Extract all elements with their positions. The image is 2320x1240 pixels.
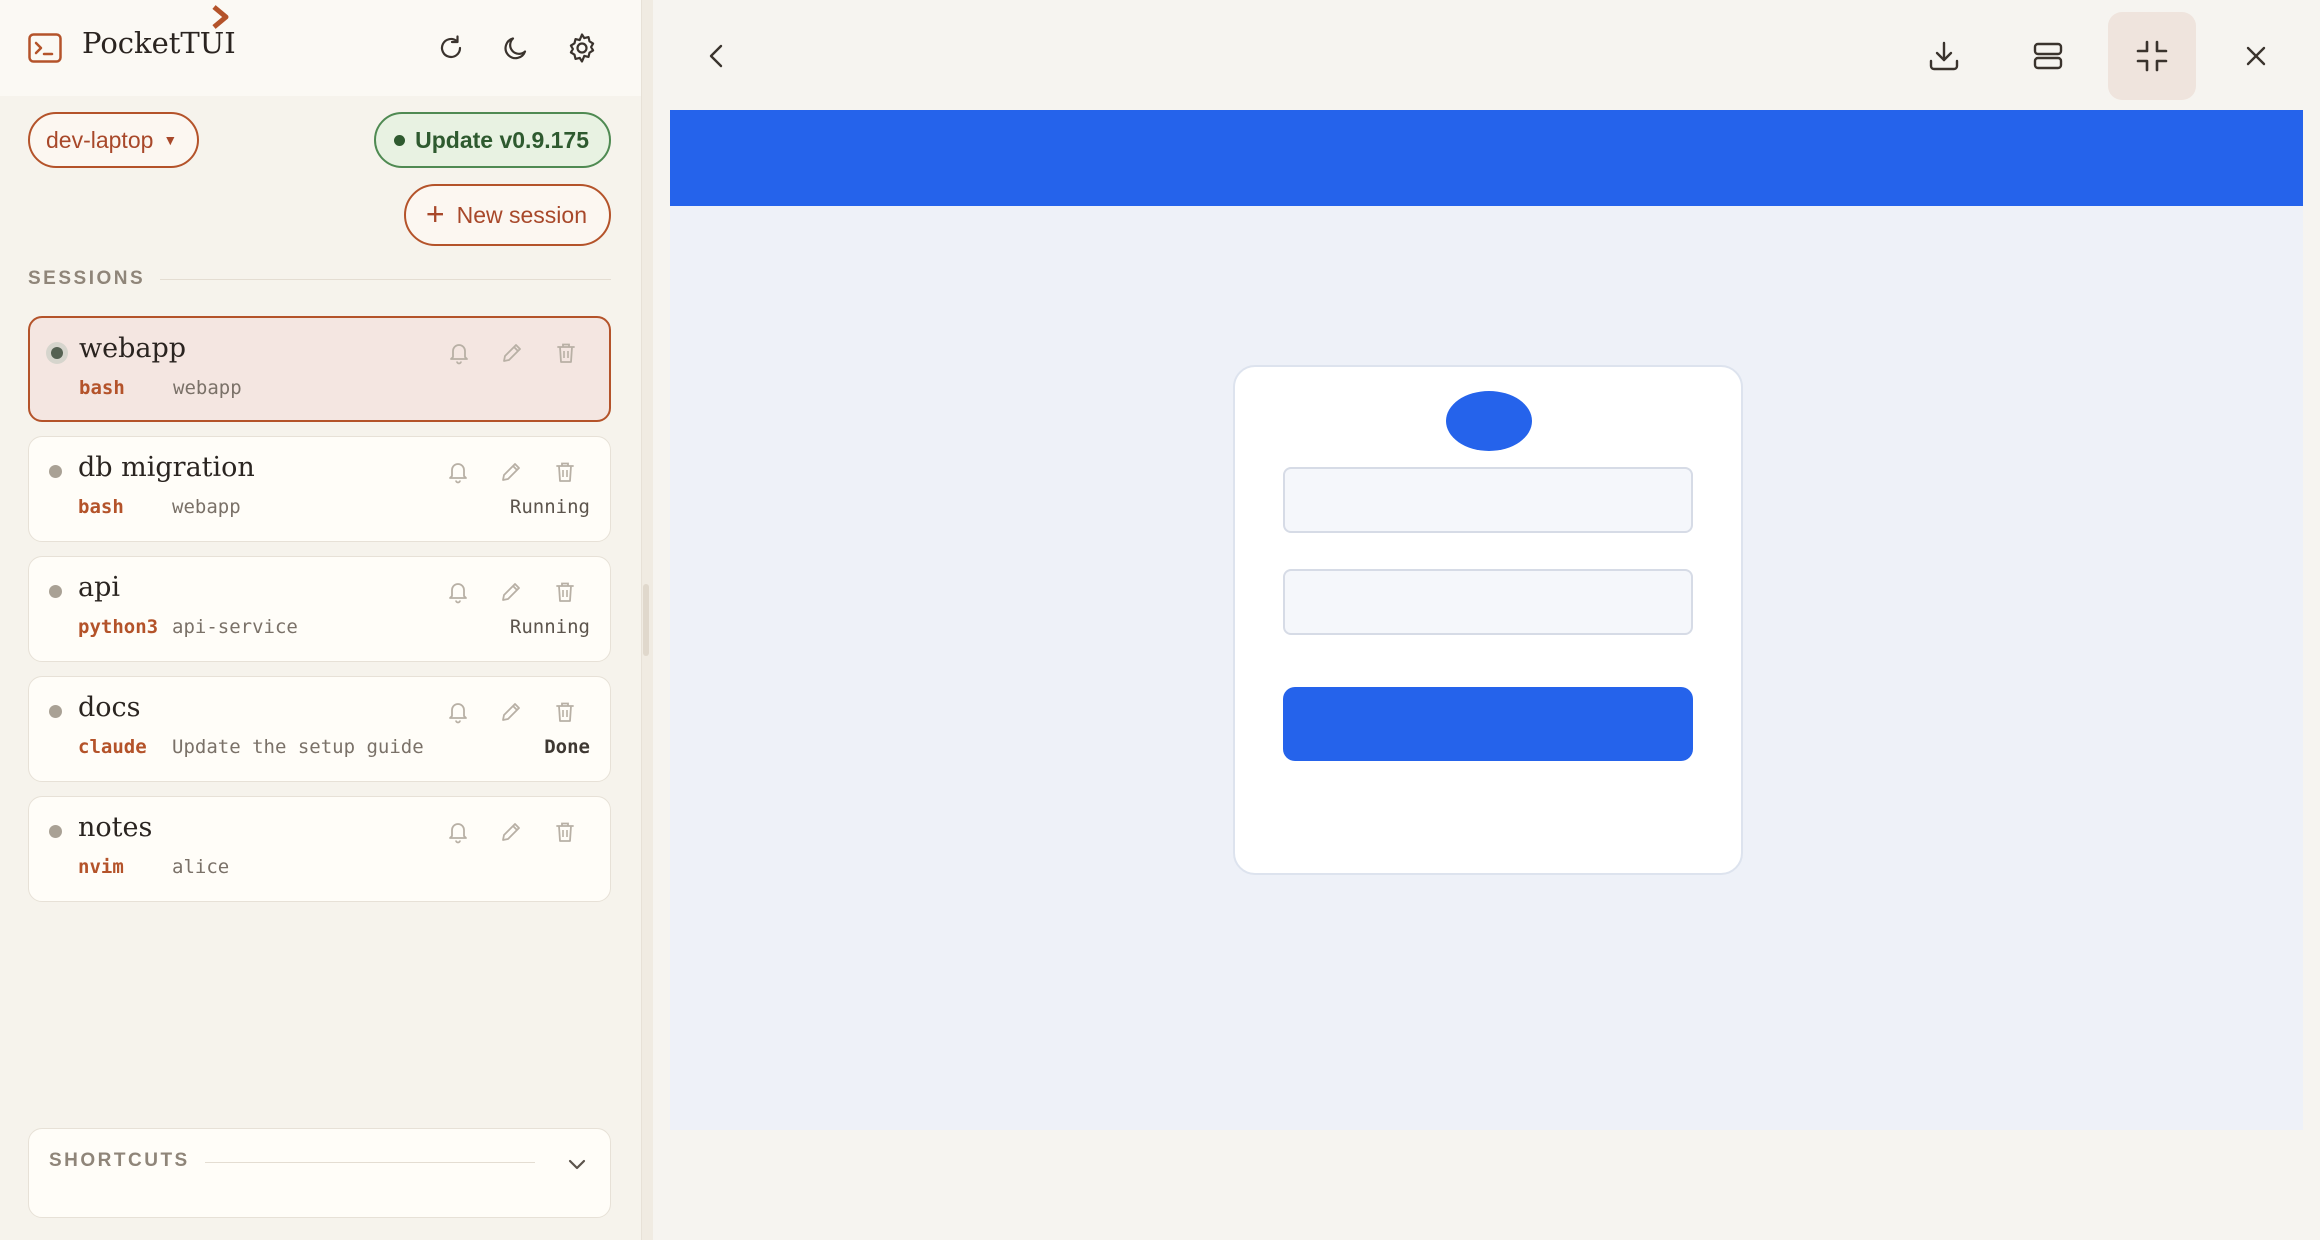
- plus-icon: +: [425, 195, 445, 232]
- minimize-button[interactable]: [2108, 12, 2196, 100]
- download-icon: [1929, 41, 1959, 71]
- session-command: claude: [78, 736, 147, 758]
- bell-icon[interactable]: [443, 697, 473, 727]
- session-command: python3: [78, 616, 159, 638]
- preview-top-bar: [670, 110, 2303, 206]
- preview-login-card: [1233, 365, 1743, 875]
- moon-icon: [504, 37, 527, 60]
- session-command: bash: [79, 377, 125, 399]
- bell-icon[interactable]: [443, 817, 473, 847]
- session-card[interactable]: docs claude Update the setup guide Done: [28, 676, 611, 782]
- pencil-icon[interactable]: [496, 697, 526, 727]
- trash-icon[interactable]: [551, 338, 581, 368]
- session-card[interactable]: notes nvim alice: [28, 796, 611, 902]
- close-preview-button[interactable]: [2212, 12, 2300, 100]
- session-status-dot: [49, 825, 62, 838]
- theme-toggle-button[interactable]: [496, 28, 536, 68]
- pencil-icon[interactable]: [496, 817, 526, 847]
- session-state: Running: [509, 496, 590, 518]
- session-name: docs: [78, 692, 141, 723]
- session-directory: alice: [172, 856, 230, 878]
- new-session-label: New session: [456, 201, 587, 228]
- layout-toggle-button[interactable]: [2004, 12, 2092, 100]
- new-session-button[interactable]: + New session: [403, 184, 611, 246]
- session-state: Running: [509, 616, 590, 638]
- pencil-icon[interactable]: [497, 338, 527, 368]
- splitter-drag-handle[interactable]: [643, 584, 649, 656]
- session-directory: api-service: [172, 616, 298, 638]
- close-icon: [2246, 46, 2266, 66]
- update-status-dot: [394, 134, 406, 146]
- shortcuts-panel[interactable]: SHORTCUTS: [28, 1128, 611, 1218]
- preview-username-field[interactable]: [1283, 467, 1693, 533]
- session-status-dot: [49, 585, 62, 598]
- caret-down-icon: ▼: [163, 132, 178, 148]
- update-label: Update v0.9.175: [415, 126, 589, 153]
- session-status-dot: [51, 347, 63, 359]
- app-title: PocketTUI: [82, 26, 236, 60]
- chevron-left-icon: [709, 44, 723, 68]
- minimize-icon: [2136, 40, 2168, 72]
- host-select[interactable]: dev-laptop ▼: [28, 112, 200, 168]
- sidebar: PocketTUI dev-laptop ▼ Update v0.9.175 +…: [0, 0, 641, 1240]
- session-name: db migration: [78, 452, 255, 483]
- download-button[interactable]: [1900, 12, 1988, 100]
- pencil-icon[interactable]: [496, 577, 526, 607]
- session-name: api: [78, 572, 121, 603]
- refresh-button[interactable]: [431, 28, 471, 68]
- session-command: nvim: [78, 856, 124, 878]
- refresh-icon: [440, 35, 462, 59]
- host-select-value: dev-laptop: [46, 126, 154, 153]
- sidebar-header: PocketTUI: [0, 0, 641, 96]
- session-directory: webapp: [173, 377, 242, 399]
- session-status-dot: [49, 705, 62, 718]
- trash-icon[interactable]: [550, 577, 580, 607]
- sessions-divider: [160, 279, 611, 280]
- session-command: bash: [78, 496, 124, 518]
- trash-icon[interactable]: [550, 817, 580, 847]
- trash-icon[interactable]: [550, 697, 580, 727]
- preview-logo: [1446, 391, 1532, 451]
- cursor-arrow-icon: [212, 5, 229, 29]
- gear-icon: [569, 33, 595, 63]
- shortcuts-divider: [205, 1162, 535, 1163]
- settings-button[interactable]: [562, 28, 602, 68]
- session-card[interactable]: api python3 api-service Running: [28, 556, 611, 662]
- session-state: Done: [544, 736, 590, 758]
- back-button[interactable]: [673, 12, 761, 100]
- preview-frame: [670, 110, 2303, 1130]
- chevron-down-icon[interactable]: [562, 1149, 592, 1179]
- session-directory: Update the setup guide: [172, 736, 424, 758]
- pencil-icon[interactable]: [496, 457, 526, 487]
- session-card[interactable]: webapp bash webapp: [28, 316, 611, 422]
- session-directory: webapp: [172, 496, 241, 518]
- bell-icon[interactable]: [444, 338, 474, 368]
- bell-icon[interactable]: [443, 577, 473, 607]
- sessions-section-label: SESSIONS: [28, 268, 146, 289]
- session-name: webapp: [79, 333, 187, 364]
- shortcuts-label: SHORTCUTS: [49, 1150, 190, 1171]
- bell-icon[interactable]: [443, 457, 473, 487]
- update-button[interactable]: Update v0.9.175: [374, 112, 611, 168]
- layout-rows-icon: [2033, 42, 2063, 70]
- preview-submit-button[interactable]: [1283, 687, 1693, 761]
- preview-password-field[interactable]: [1283, 569, 1693, 635]
- trash-icon[interactable]: [550, 457, 580, 487]
- session-card[interactable]: db migration bash webapp Running: [28, 436, 611, 542]
- session-status-dot: [49, 465, 62, 478]
- terminal-icon: [28, 33, 62, 63]
- session-name: notes: [78, 812, 153, 843]
